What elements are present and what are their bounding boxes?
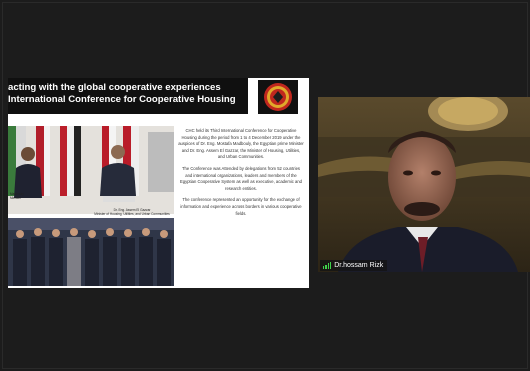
- slide-title-bar: acting with the global cooperative exper…: [8, 78, 248, 114]
- slide-paragraph-2: The Conference was Attended by delegatio…: [180, 165, 302, 191]
- caption-left-line-2: Minister: [10, 196, 22, 200]
- conference-photo-speakers: [8, 126, 174, 214]
- participant-video-feed: [318, 97, 530, 272]
- caption-right-line-2: Minister of Housing, Utilities, and Urba…: [94, 212, 170, 216]
- slide-title-line-1: acting with the global cooperative exper…: [8, 82, 221, 93]
- slide-paragraph-3: The conference represented an opportunit…: [180, 197, 302, 216]
- slide-paragraph-1: CHC held its Third International Confere…: [178, 128, 304, 160]
- conference-photo-audience: [8, 218, 174, 286]
- signal-bars-icon: [323, 262, 332, 269]
- participant-video-tile[interactable]: Dr.hossam Rizk: [318, 97, 530, 272]
- slide-title-line-2: International Conference for Cooperative…: [8, 94, 236, 105]
- photo-caption-left: Madbouly Minister: [10, 192, 50, 200]
- meeting-window: acting with the global cooperative exper…: [0, 0, 530, 371]
- participant-name: Dr.hossam Rizk: [334, 262, 384, 269]
- participant-name-label: Dr.hossam Rizk: [320, 260, 388, 271]
- slide-title: acting with the global cooperative exper…: [8, 82, 248, 106]
- slide-body-text: CHC held its Third International Confere…: [178, 128, 304, 222]
- chc-logo-icon: [258, 80, 298, 114]
- photo-caption-right: Dr. Eng. Assem El Gazzar Minister of Hou…: [92, 208, 172, 216]
- shared-screen-slide[interactable]: acting with the global cooperative exper…: [8, 78, 309, 288]
